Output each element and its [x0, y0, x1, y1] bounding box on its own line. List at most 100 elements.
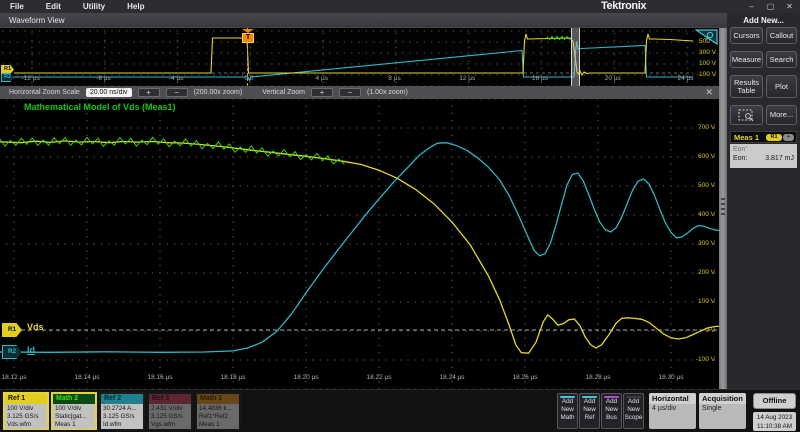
channel-badge-math-1[interactable]: Math 114.4836 k...Ref1*Ref2Meas 1	[195, 392, 241, 430]
channel-badge-math-2[interactable]: Math 2100 V/divStatic[gat...Meas 1	[51, 392, 97, 430]
trigger-marker[interactable]: T	[242, 29, 254, 43]
horizontal-zoom-bar: Horizontal Zoom Scale 20.00 ns/div + − (…	[0, 86, 719, 99]
date-value: 14 Aug 2023	[753, 413, 796, 422]
add-button-label: Scope	[625, 414, 643, 422]
channel-badge-line: 3.125 GS/s	[103, 413, 143, 421]
overview-time-label: 8 µs	[388, 75, 400, 82]
id-trace-label: Id	[27, 345, 35, 355]
channel-badge-ref-3[interactable]: Ref 32.431 V/div3.125 GS/sVgs.wfm	[147, 392, 193, 430]
zoom-window-indicator[interactable]	[571, 28, 580, 86]
overview-time-label: 12 µs	[459, 75, 475, 82]
math-model-title: Mathematical Model of Vds (Meas1)	[24, 102, 176, 112]
channel-bar: Ref 1100 V/div3.125 GS/sVds.wfmMath 2100…	[0, 389, 800, 432]
datetime-display: 14 Aug 2023 11:10:38 AM	[753, 412, 796, 431]
measure-button[interactable]: Measure	[730, 51, 763, 68]
more-button[interactable]: More...	[766, 105, 797, 125]
cursors-button[interactable]: Cursors	[730, 27, 763, 44]
channel-badge-line: 3.125 GS/s	[7, 413, 47, 421]
window-controls: – ▢ ✕	[744, 0, 797, 13]
zoom-overview-close-icon[interactable]: ✕	[705, 87, 713, 98]
time-axis-label: 18.14 µs	[74, 374, 99, 381]
voltage-axis-label: 500 V	[698, 182, 715, 189]
overview-time-label: 24 µs	[678, 75, 694, 82]
draw-a-box-icon	[738, 109, 755, 122]
time-axis-label: 18.22 µs	[366, 374, 391, 381]
overview-time-label: 16 µs	[532, 75, 548, 82]
results-table-button[interactable]: Results Table	[730, 75, 763, 98]
horizontal-zoom-scale-value[interactable]: 20.00 ns/div	[86, 88, 132, 97]
overview-time-label: -8 µs	[96, 75, 111, 82]
menu-utility[interactable]: Utility	[83, 2, 105, 11]
meas1-badge[interactable]: Meas 1 R1 +	[730, 131, 797, 143]
time-axis-label: 18.18 µs	[220, 374, 245, 381]
horizontal-panel-title: Horizontal	[649, 393, 696, 404]
panel-splitter[interactable]	[719, 28, 727, 389]
search-button[interactable]: Search	[766, 51, 797, 68]
add-new-ref-button[interactable]: AddNewRef	[579, 393, 600, 429]
meas1-source-tag: R1	[766, 134, 782, 141]
tab-waveform-view[interactable]: Waveform View	[0, 13, 727, 28]
menu-file[interactable]: File	[10, 2, 24, 11]
overview-time-label: 0.0	[244, 75, 253, 82]
meas1-add-icon[interactable]: +	[783, 134, 794, 141]
add-new-math-button[interactable]: AddNewMath	[557, 393, 578, 429]
acquisition-mode-value: Single	[699, 404, 746, 413]
close-button[interactable]: ✕	[782, 1, 797, 12]
menu-help[interactable]: Help	[127, 2, 144, 11]
channel-badge-line: Id.wfm	[103, 421, 143, 429]
plot-button[interactable]: Plot	[766, 75, 797, 98]
channel-badge-line: 100 V/div	[55, 405, 95, 413]
horizontal-zoom-out-button[interactable]: −	[166, 88, 188, 97]
restore-button[interactable]: ▢	[763, 1, 778, 12]
channel-badge-line: Static[gat...	[55, 413, 95, 421]
vertical-zoom-in-button[interactable]: +	[311, 88, 333, 97]
menu-edit[interactable]: Edit	[46, 2, 61, 11]
right-panel: Add New... Cursors Callout Measure Searc…	[727, 13, 800, 389]
channel-badge-ref-2[interactable]: Ref 230.2724 A...3.125 GS/sId.wfm	[99, 392, 145, 430]
channel-badge-line: 14.4836 k...	[199, 405, 239, 413]
time-axis-label: 18.16 µs	[147, 374, 172, 381]
channel-badge-line: 30.2724 A...	[103, 405, 143, 413]
acquisition-settings-panel[interactable]: Acquisition Single	[699, 393, 746, 429]
add-button-label: New	[605, 406, 618, 414]
meas1-result-value: 3.817 mJ	[765, 155, 794, 162]
oscilloscope-app: File Edit Utility Help Tektronix – ▢ ✕ W…	[0, 0, 800, 432]
channel-badge-line: 100 V/div	[7, 405, 47, 413]
minimize-button[interactable]: –	[744, 1, 759, 12]
offline-button[interactable]: Offline	[753, 393, 796, 409]
add-button-label: Add	[628, 398, 639, 406]
main-waveform-canvas[interactable]: Mathematical Model of Vds (Meas1) 18.12 …	[0, 99, 719, 389]
time-value: 11:10:38 AM	[753, 422, 796, 431]
meas1-result-key: Eon:	[733, 155, 747, 162]
horizontal-settings-panel[interactable]: Horizontal 4 µs/div	[649, 393, 696, 429]
voltage-axis-label: 300 V	[698, 240, 715, 247]
voltage-axis-label: 700 V	[698, 124, 715, 131]
voltage-axis-label: 600 V	[698, 153, 715, 160]
add-new-bus-button[interactable]: AddNewBus	[601, 393, 622, 429]
overview-zoom-icon[interactable]	[695, 29, 718, 45]
horizontal-zoom-in-button[interactable]: +	[138, 88, 160, 97]
splitter-grip-icon	[721, 198, 725, 216]
vertical-zoom-factor: (1.00x zoom)	[367, 89, 408, 96]
channel-badge-line: 2.431 V/div	[151, 405, 191, 413]
overview-strip[interactable]: T R1 R2 -12 µs-8 µs-4 µs0.04 µs8 µs12 µs…	[0, 28, 719, 86]
voltage-axis-label: 200 V	[698, 269, 715, 276]
draw-a-box-button[interactable]	[730, 105, 763, 125]
add-button-label: Math	[561, 414, 575, 422]
add-button-label: Add	[562, 398, 573, 406]
time-axis-label: 18.26 µs	[512, 374, 537, 381]
add-button-label: New	[583, 406, 596, 414]
horizontal-scale-value: 4 µs/div	[649, 404, 696, 413]
add-button-label: New	[561, 406, 574, 414]
voltage-axis-label: 100 V	[698, 298, 715, 305]
overview-time-label: -4 µs	[169, 75, 184, 82]
time-axis-label: 18.24 µs	[439, 374, 464, 381]
channel-badge-ref-1[interactable]: Ref 1100 V/div3.125 GS/sVds.wfm	[3, 392, 49, 430]
callout-button[interactable]: Callout	[766, 27, 797, 44]
voltage-axis-label: -100 V	[696, 356, 715, 363]
add-new-scope-button[interactable]: AddNewScope	[623, 393, 644, 429]
channel-badge-title: Ref 1	[5, 394, 47, 404]
vertical-zoom-out-button[interactable]: −	[339, 88, 361, 97]
waveform-traces	[0, 99, 719, 389]
time-axis-label: 18.30 µs	[658, 374, 683, 381]
